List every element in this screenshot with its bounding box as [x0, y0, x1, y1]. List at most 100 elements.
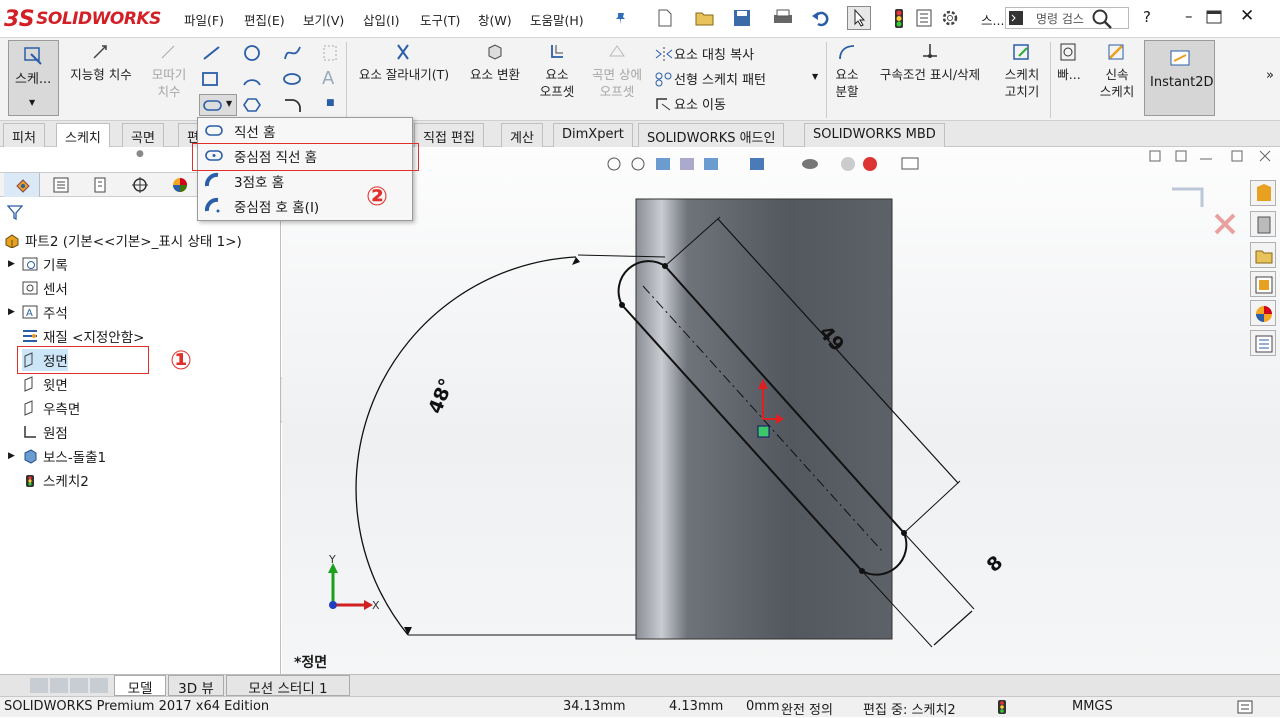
- solidworks-logo[interactable]: 3S SOLIDWORKS: [4, 6, 161, 32]
- offset-entities-button[interactable]: 요소 오프셋: [532, 42, 582, 100]
- restore-icon[interactable]: [1206, 10, 1222, 24]
- menu-item-centerpoint-arc-slot[interactable]: 중심점 호 홈(I): [204, 195, 319, 217]
- menu-window[interactable]: 창(W): [478, 10, 512, 29]
- filter-icon[interactable]: [7, 204, 23, 220]
- tab-3d-views[interactable]: 3D 뷰: [168, 675, 224, 697]
- print-icon[interactable]: [772, 8, 794, 28]
- tree-root-part[interactable]: 파트2 (기본<<기본>_표시 상태 1>): [4, 229, 242, 251]
- trim-entities-button[interactable]: 요소 잘라내기(T): [350, 42, 458, 83]
- file-explorer-icon[interactable]: [1250, 242, 1276, 268]
- angle-dimension-text[interactable]: 48°: [424, 375, 458, 417]
- arc-icon[interactable]: [242, 70, 264, 88]
- menu-help[interactable]: 도움말(H): [530, 10, 584, 29]
- repair-sketch-button[interactable]: 스케치 고치기: [997, 42, 1047, 100]
- split-entities-button[interactable]: 요소 분할: [830, 42, 864, 100]
- panel-grip[interactable]: ●: [136, 149, 144, 159]
- tree-item-material[interactable]: 재질 <지정안함>: [22, 325, 144, 347]
- graphics-area[interactable]: 48° 49 8 Y X *정면: [282, 147, 1280, 674]
- tree-item-sketch2[interactable]: 스케치2: [22, 469, 89, 491]
- menu-item-straight-slot[interactable]: 직선 홈: [204, 120, 276, 142]
- menu-insert[interactable]: 삽입(I): [363, 10, 399, 29]
- tab-direct-editing[interactable]: 직접 편집: [414, 123, 484, 147]
- tab-solidworks-mbd[interactable]: SOLIDWORKS MBD: [804, 123, 945, 147]
- sketch-button[interactable]: 스케... ▼: [8, 40, 59, 116]
- convert-entities-button[interactable]: 요소 변환: [461, 42, 529, 83]
- search-icon[interactable]: [1091, 8, 1113, 30]
- gear-icon[interactable]: [941, 9, 959, 27]
- mirror-entities-button[interactable]: 요소 대칭 복사: [654, 44, 754, 63]
- tree-item-annotations[interactable]: ▶ A 주석: [8, 301, 68, 323]
- view-palette-icon[interactable]: [1250, 271, 1276, 297]
- tab-scroll-buttons[interactable]: [30, 678, 110, 694]
- tree-item-sensors[interactable]: 센서: [22, 277, 68, 299]
- linear-pattern-button[interactable]: 선형 스케치 패턴: [654, 69, 766, 88]
- tab-dimxpert[interactable]: DimXpert: [553, 123, 633, 147]
- configuration-manager-icon[interactable]: [91, 176, 109, 194]
- design-library-icon[interactable]: [1250, 211, 1276, 237]
- confirmation-cancel-icon[interactable]: [1214, 213, 1236, 235]
- dimxpert-manager-icon[interactable]: [131, 176, 149, 194]
- solidworks-resources-icon[interactable]: [1250, 180, 1276, 206]
- search-box[interactable]: 명령 검스: [1005, 7, 1129, 29]
- tree-item-top-plane[interactable]: 윗면: [22, 373, 68, 395]
- move-entities-button[interactable]: 요소 이동: [654, 94, 726, 113]
- expand-arrow-icon[interactable]: ▶: [8, 259, 22, 269]
- tab-surfaces[interactable]: 곡면: [122, 123, 164, 147]
- chevron-down-icon[interactable]: ▼: [812, 72, 818, 81]
- angle-dimension-arc[interactable]: [355, 256, 577, 636]
- tree-item-boss-extrude[interactable]: ▶ 보스-돌출1: [8, 445, 106, 467]
- menu-edit[interactable]: 편집(E): [244, 10, 285, 29]
- circle-icon[interactable]: [242, 44, 264, 62]
- sketch-canvas[interactable]: 48° 49 8 Y X: [282, 147, 1280, 674]
- sketch-short-label[interactable]: 스...: [981, 10, 1004, 29]
- width-dimension-text[interactable]: 8: [983, 552, 1008, 577]
- rapid-sketch-button[interactable]: 신속 스케치: [1092, 42, 1142, 100]
- help-button[interactable]: ?: [1143, 8, 1151, 26]
- open-folder-icon[interactable]: [694, 8, 716, 28]
- chamfer-dimension-button[interactable]: 모따기 치수: [144, 42, 194, 100]
- quick-snaps-button[interactable]: 빠...: [1052, 42, 1086, 83]
- tab-solidworks-addins[interactable]: SOLIDWORKS 애드인: [638, 123, 785, 147]
- appearances-icon[interactable]: [1250, 300, 1276, 326]
- tree-item-origin[interactable]: 원점: [22, 421, 68, 443]
- menu-view[interactable]: 보기(V): [303, 10, 344, 29]
- slot-button[interactable]: ▼: [199, 94, 237, 116]
- save-icon[interactable]: [732, 8, 752, 28]
- rebuild-status-icon[interactable]: [996, 699, 1008, 715]
- instant2d-button[interactable]: Instant2D: [1144, 40, 1215, 116]
- status-help-icon[interactable]: [1236, 699, 1254, 715]
- feature-manager-tab[interactable]: [4, 173, 40, 197]
- text-icon[interactable]: A: [322, 68, 334, 89]
- new-document-icon[interactable]: [655, 8, 675, 28]
- expand-arrow-icon[interactable]: ▶: [8, 451, 22, 461]
- tab-motion-study[interactable]: 모션 스터디 1: [226, 675, 350, 697]
- minimize-button[interactable]: –: [1185, 7, 1193, 25]
- point-icon[interactable]: ■: [326, 98, 335, 108]
- select-button[interactable]: [847, 6, 871, 30]
- smart-dimension-button[interactable]: 지능형 치수: [64, 42, 138, 83]
- expand-arrow-icon[interactable]: ▶: [8, 307, 22, 317]
- pin-icon[interactable]: [614, 11, 628, 25]
- confirmation-exit-icon[interactable]: [1172, 187, 1204, 207]
- tab-sketch[interactable]: 스케치: [56, 123, 110, 147]
- line-icon[interactable]: [201, 44, 223, 62]
- spline-icon[interactable]: [282, 44, 304, 62]
- search-input[interactable]: 명령 검스: [1036, 10, 1084, 27]
- menu-file[interactable]: 파일(F): [184, 10, 224, 29]
- custom-properties-icon[interactable]: [1250, 330, 1276, 356]
- display-manager-icon[interactable]: [171, 176, 189, 194]
- property-manager-icon[interactable]: [52, 176, 70, 194]
- ribbon-scroll-right[interactable]: »: [1266, 68, 1274, 83]
- tree-item-history[interactable]: ▶ 기록: [8, 253, 68, 275]
- undo-icon[interactable]: [810, 8, 832, 28]
- rectangle-icon[interactable]: [201, 70, 223, 88]
- menu-tools[interactable]: 도구(T): [420, 10, 460, 29]
- close-button[interactable]: ✕: [1240, 6, 1254, 26]
- width-dimension-line[interactable]: [933, 610, 973, 646]
- tab-model[interactable]: 모델: [114, 675, 166, 697]
- polygon-icon[interactable]: [242, 96, 264, 114]
- tab-features[interactable]: 피처: [3, 123, 45, 147]
- status-units[interactable]: MMGS: [1072, 699, 1113, 714]
- rebuild-icon[interactable]: [892, 8, 906, 30]
- tab-evaluate[interactable]: 계산: [501, 123, 543, 147]
